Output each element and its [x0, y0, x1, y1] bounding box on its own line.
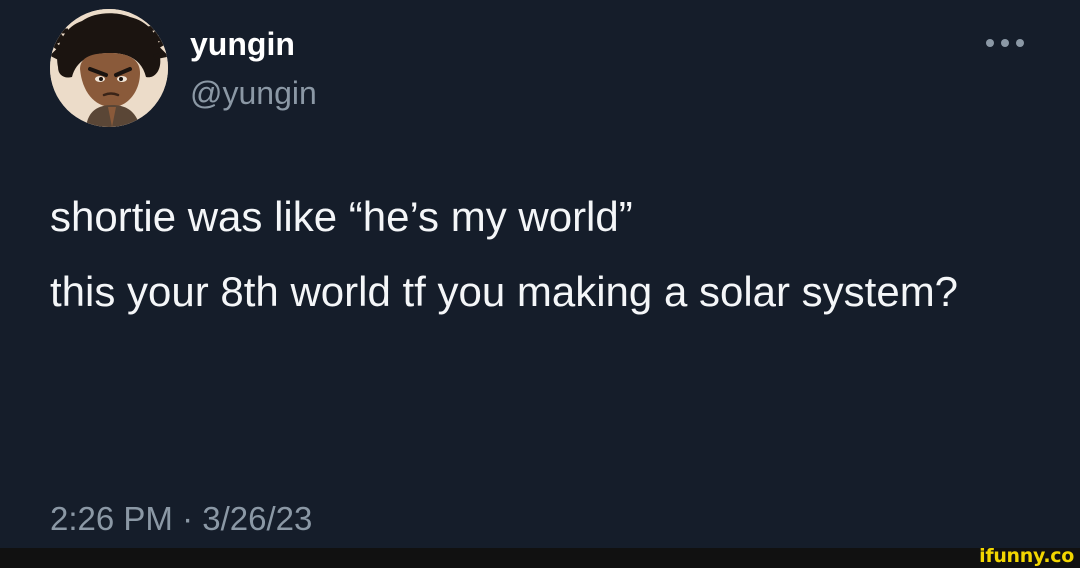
tweet-time: 2:26 PM	[50, 500, 173, 537]
timestamp-separator: ·	[182, 500, 194, 537]
more-options-icon	[986, 39, 1024, 47]
tweet-text-paragraph: shortie was like “he’s my world”	[50, 193, 633, 240]
tweet-date: 3/26/23	[202, 500, 313, 537]
ifunny-watermark: ifunny.co	[979, 545, 1074, 567]
author-avatar[interactable]	[50, 9, 168, 127]
watermark-bar	[0, 548, 1080, 568]
cartoon-avatar-icon	[50, 9, 168, 127]
author-display-name[interactable]: yungin	[190, 24, 295, 64]
tweet-text-paragraph: this your 8th world tf you making a sola…	[50, 268, 959, 315]
author-handle[interactable]: @yungin	[190, 73, 317, 113]
tweet-body: shortie was like “he’s my world” this yo…	[50, 188, 1010, 320]
tweet-card: yungin @yungin shortie was like “he’s my…	[0, 0, 1080, 548]
tweet-timestamp[interactable]: 2:26 PM · 3/26/23	[50, 498, 312, 540]
more-options-button[interactable]	[982, 30, 1028, 56]
